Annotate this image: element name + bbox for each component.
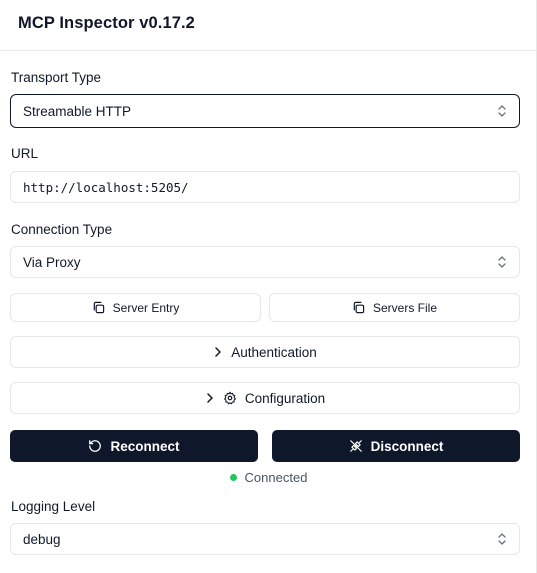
sidebar-panel: MCP Inspector v0.17.2 Transport Type Str… xyxy=(0,0,537,573)
gear-icon xyxy=(223,391,237,405)
status-text: Connected xyxy=(244,470,308,485)
servers-file-button[interactable]: Servers File xyxy=(269,293,520,322)
logging-level-value: debug xyxy=(23,531,61,547)
authentication-toggle[interactable]: Authentication xyxy=(10,336,520,368)
chevron-right-icon xyxy=(213,346,223,358)
configuration-toggle[interactable]: Configuration xyxy=(10,382,520,414)
reconnect-button[interactable]: Reconnect xyxy=(10,430,258,462)
server-entry-button[interactable]: Server Entry xyxy=(10,293,261,322)
disconnect-button[interactable]: Disconnect xyxy=(272,430,520,462)
app-title: MCP Inspector v0.17.2 xyxy=(18,14,195,32)
sidebar-header: MCP Inspector v0.17.2 xyxy=(0,0,536,51)
logging-level-select[interactable]: debug xyxy=(10,523,520,555)
chevron-right-icon xyxy=(205,392,215,404)
copy-icon xyxy=(92,301,105,314)
configuration-label: Configuration xyxy=(244,390,326,406)
connection-type-label: Connection Type xyxy=(11,222,113,237)
connection-type-select[interactable]: Via Proxy xyxy=(10,246,520,278)
disconnect-label: Disconnect xyxy=(370,438,444,454)
authentication-label: Authentication xyxy=(231,344,317,360)
chevron-up-down-icon xyxy=(497,255,507,269)
server-entry-label: Server Entry xyxy=(112,300,180,315)
url-label: URL xyxy=(11,146,39,161)
status-dot xyxy=(229,474,237,481)
servers-file-label: Servers File xyxy=(372,300,437,315)
transport-type-select[interactable]: Streamable HTTP xyxy=(10,94,520,128)
reconnect-label: Reconnect xyxy=(110,438,180,454)
chevron-up-down-icon xyxy=(497,532,507,546)
url-value: http://localhost:5205/ xyxy=(23,179,189,195)
transport-type-label: Transport Type xyxy=(11,70,102,85)
connection-status: Connected xyxy=(0,470,537,485)
unplug-icon xyxy=(349,439,363,453)
transport-type-value: Streamable HTTP xyxy=(23,103,132,119)
logging-level-label: Logging Level xyxy=(11,499,96,514)
chevron-up-down-icon xyxy=(497,104,507,118)
rotate-ccw-icon xyxy=(88,439,102,453)
url-input[interactable]: http://localhost:5205/ xyxy=(10,171,520,203)
connection-type-value: Via Proxy xyxy=(23,254,81,270)
copy-icon xyxy=(352,301,365,314)
